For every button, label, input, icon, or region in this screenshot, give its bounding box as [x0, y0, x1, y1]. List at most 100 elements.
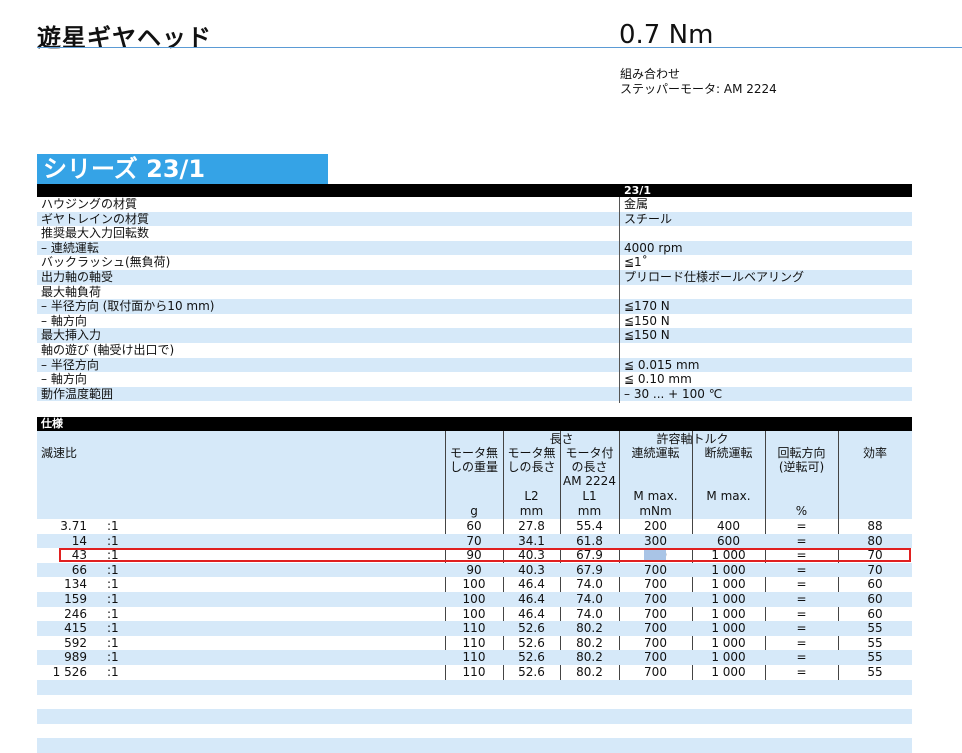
materials-value: ≦150 N — [624, 313, 670, 328]
cell-weight: 110 — [462, 621, 486, 636]
materials-row: – 半径方向 (取付面から10 mm) ≦170 N — [37, 299, 912, 314]
cell-efficiency: 55 — [867, 635, 883, 650]
table-row[interactable]: 3.71:1 60 27.8 55.4 200 400 = 88 — [37, 519, 912, 534]
cell-weight: 100 — [462, 577, 486, 592]
cell-ratio-suffix: :1 — [107, 533, 119, 548]
cell-continuous-torque: 700 — [644, 650, 667, 665]
cell-weight: 110 — [462, 635, 486, 650]
cell-ratio: 1 526 — [52, 665, 87, 679]
cell-direction: = — [796, 592, 807, 606]
cell-ratio: 246 — [64, 606, 87, 621]
header-l1-unit: mm — [577, 504, 602, 518]
materials-value: ≦ 0.10 mm — [624, 372, 692, 387]
cell-length-l2: 46.4 — [518, 592, 545, 606]
cell-ratio: 159 — [64, 592, 87, 606]
cell-ratio-suffix: :1 — [107, 606, 119, 621]
series-banner: シリーズ 23/1 — [37, 154, 328, 184]
cell-length-l1: 80.2 — [576, 650, 603, 665]
table-row[interactable]: 1 526:1 110 52.6 80.2 700 1 000 = 55 — [37, 665, 912, 680]
cell-efficiency: 88 — [867, 519, 883, 533]
materials-label: – 軸方向 — [41, 372, 87, 387]
materials-column-divider — [619, 197, 620, 403]
cell-length-l1: 67.9 — [576, 562, 603, 577]
cell-direction: = — [796, 577, 807, 592]
cell-efficiency: 80 — [867, 533, 883, 548]
cell-direction: = — [796, 650, 807, 665]
header-torque-group: 許容軸トルク — [656, 432, 729, 446]
cell-ratio: 134 — [64, 577, 87, 592]
cell-ratio-suffix: :1 — [107, 635, 119, 650]
cell-intermittent-torque: 600 — [717, 533, 740, 548]
empty-row-band — [37, 680, 912, 695]
materials-row: – 軸方向 ≦ 0.10 mm — [37, 372, 912, 387]
cell-length-l1: 74.0 — [576, 592, 603, 606]
cell-efficiency: 70 — [867, 562, 883, 577]
header-l2-1: モータ無 — [507, 446, 556, 460]
materials-label: – 半径方向 (取付面から10 mm) — [41, 299, 215, 314]
cell-ratio-suffix: :1 — [107, 592, 119, 606]
cell-intermittent-torque: 1 000 — [711, 621, 746, 636]
header-efficiency: 効率 — [862, 446, 887, 460]
cell-length-l2: 52.6 — [518, 635, 545, 650]
cell-ratio-suffix: :1 — [107, 621, 119, 636]
cell-continuous-torque: 700 — [644, 621, 667, 636]
materials-label: 最大挿入力 — [41, 328, 102, 343]
materials-row: 動作温度範囲 – 30 ... + 100 ℃ — [37, 386, 912, 402]
cell-weight: 60 — [466, 519, 482, 533]
cell-continuous-torque: 700 — [644, 592, 667, 606]
header-direction-2: (逆転可) — [778, 460, 825, 474]
cell-intermittent-torque: 1 000 — [711, 562, 746, 577]
empty-row-band — [37, 709, 912, 724]
cell-length-l2: 40.3 — [518, 562, 545, 577]
materials-label: – 軸方向 — [41, 313, 87, 328]
cell-continuous-torque: 700 — [644, 665, 667, 679]
header-l2-unit: mm — [519, 504, 544, 518]
cell-efficiency: 60 — [867, 577, 883, 592]
materials-row: バックラッシュ(無負荷) ≦1˚ — [37, 255, 912, 270]
materials-label: バックラッシュ(無負荷) — [41, 255, 171, 270]
table-row[interactable]: 159:1 100 46.4 74.0 700 1 000 = 60 — [37, 592, 912, 607]
cell-continuous-torque: 700 — [644, 635, 667, 650]
header-weight-2: しの重量 — [449, 460, 498, 474]
table-row[interactable]: 134:1 100 46.4 74.0 700 1 000 = 60 — [37, 577, 912, 592]
header-l2-2: しの長さ — [507, 460, 556, 474]
cell-ratio: 592 — [64, 635, 87, 650]
header-intermittent: 断続運転 — [704, 446, 753, 460]
cell-ratio-suffix: :1 — [107, 562, 119, 577]
cell-efficiency: 55 — [867, 621, 883, 636]
cell-direction: = — [796, 519, 807, 533]
materials-label: 最大軸負荷 — [41, 284, 102, 299]
cell-length-l1: 80.2 — [576, 621, 603, 636]
materials-row: 推奨最大入力回転数 — [37, 226, 912, 241]
cell-direction: = — [796, 533, 807, 548]
materials-row: 最大挿入力 ≦150 N — [37, 328, 912, 343]
table-row[interactable]: 415:1 110 52.6 80.2 700 1 000 = 55 — [37, 621, 912, 636]
empty-row-band — [37, 738, 912, 753]
cell-continuous-torque: 700 — [644, 577, 667, 592]
cell-ratio: 415 — [64, 621, 87, 636]
cell-continuous-torque: 700 — [644, 562, 667, 577]
cell-weight: 110 — [462, 650, 486, 665]
cell-direction: = — [796, 606, 807, 621]
materials-row: 出力軸の軸受 プリロード仕様ボールベアリング — [37, 270, 912, 285]
materials-column-header: 23/1 — [624, 184, 651, 197]
cell-ratio: 3.71 — [60, 519, 87, 533]
cell-ratio: 14 — [71, 533, 87, 548]
materials-label: 出力軸の軸受 — [41, 270, 114, 284]
spec-header-bar: 仕様 — [37, 417, 912, 431]
materials-row: – 軸方向 ≦150 N — [37, 314, 912, 329]
cell-length-l2: 52.6 — [518, 650, 545, 665]
table-row[interactable]: 66:1 90 40.3 67.9 700 1 000 = 70 — [37, 562, 912, 578]
table-row[interactable]: 246:1 100 46.4 74.0 700 1 000 = 60 — [37, 607, 912, 622]
materials-label: 軸の遊び (軸受け出口で) — [41, 343, 175, 357]
cell-intermittent-torque: 1 000 — [711, 635, 746, 650]
table-row[interactable]: 989:1 110 52.6 80.2 700 1 000 = 55 — [37, 650, 912, 665]
cell-continuous-torque: 300 — [644, 533, 667, 548]
materials-row: – 連続運転 4000 rpm — [37, 240, 912, 256]
cell-continuous-torque: 200 — [644, 519, 667, 533]
cell-weight: 100 — [462, 592, 486, 606]
header-direction-1: 回転方向 — [777, 446, 826, 460]
table-row[interactable]: 592:1 110 52.6 80.2 700 1 000 = 55 — [37, 636, 912, 651]
table-row[interactable]: 14:1 70 34.1 61.8 300 600 = 80 — [37, 533, 912, 549]
materials-label: 動作温度範囲 — [41, 386, 114, 401]
